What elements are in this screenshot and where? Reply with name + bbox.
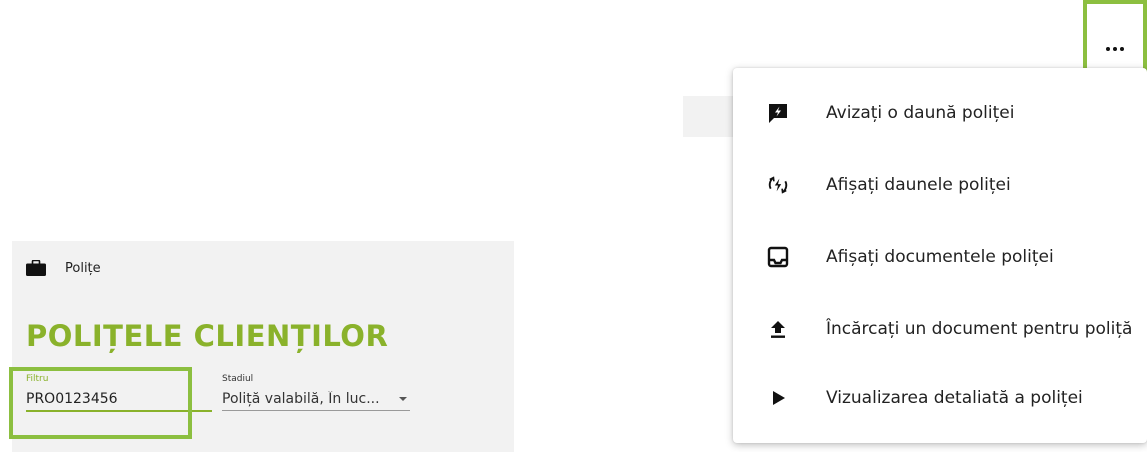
menu-item-label: Vizualizarea detaliată a poliței: [826, 387, 1083, 408]
briefcase-icon: [26, 260, 46, 276]
menu-item-label: Încărcați un document pentru poliță: [826, 318, 1133, 339]
stage-select[interactable]: Poliță valabilă, În luc...: [222, 388, 410, 411]
menu-item-label: Afișați documentele poliței: [826, 246, 1054, 267]
play-arrow-icon: [767, 387, 789, 409]
menu-item-policy-details[interactable]: Vizualizarea detaliată a poliței: [733, 377, 1147, 419]
menu-item-label: Avizați o daună poliței: [826, 102, 1015, 123]
menu-item-report-claim[interactable]: Avizați o daună poliței: [733, 92, 1147, 134]
menu-item-label: Afișați daunele poliței: [826, 174, 1011, 195]
filter-field: Filtru: [26, 374, 212, 412]
policy-actions-menu: Avizați o daună poliței Afișați daunele …: [733, 68, 1147, 443]
upload-icon: [767, 318, 789, 340]
stage-field: Stadiul Poliță valabilă, În luc...: [222, 374, 410, 411]
breadcrumb-label: Polițe: [65, 260, 101, 276]
stage-select-value: Poliță valabilă, În luc...: [222, 391, 380, 407]
stage-label: Stadiul: [222, 374, 254, 384]
claims-history-icon: [767, 174, 789, 196]
menu-item-view-documents[interactable]: Afișați documentele poliței: [733, 236, 1147, 278]
filter-input[interactable]: [26, 388, 212, 412]
inbox-document-icon: [767, 246, 789, 268]
menu-item-view-claims[interactable]: Afișați daunele poliței: [733, 164, 1147, 206]
page-title: POLIȚELE CLIENȚILOR: [26, 319, 389, 353]
chevron-down-icon: [399, 397, 407, 401]
policies-panel: Polițe POLIȚELE CLIENȚILOR Filtru Stadiu…: [12, 241, 514, 452]
filter-label: Filtru: [26, 374, 49, 384]
menu-item-upload-document[interactable]: Încărcați un document pentru poliță: [733, 300, 1147, 358]
report-claim-icon: [767, 102, 789, 124]
breadcrumb[interactable]: Polițe: [26, 258, 101, 278]
screen: Polițe POLIȚELE CLIENȚILOR Filtru Stadiu…: [0, 0, 1147, 452]
more-horizontal-icon: [1106, 46, 1124, 51]
